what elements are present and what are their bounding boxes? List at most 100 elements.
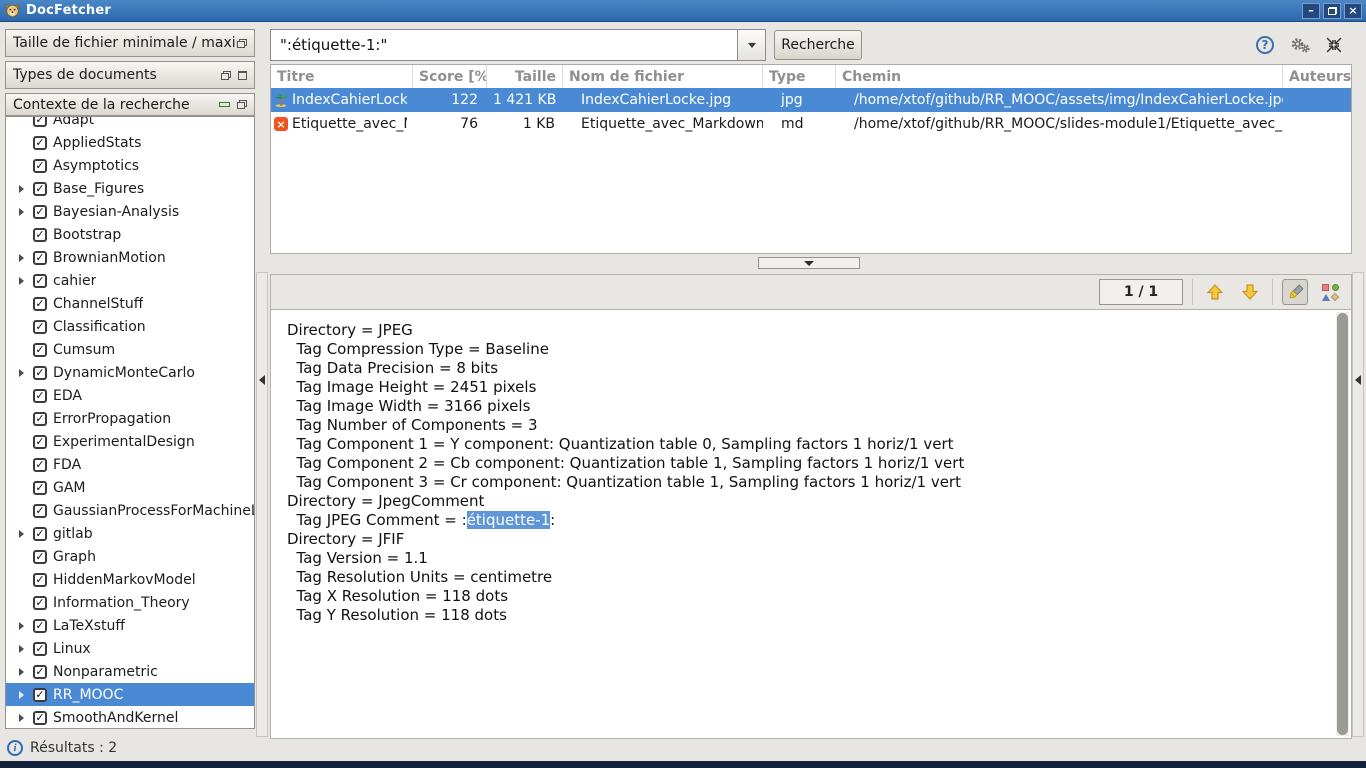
tree-item-checkbox[interactable]: ✓ <box>33 596 47 610</box>
tree-item-checkbox[interactable]: ✓ <box>33 136 47 150</box>
tree-item-checkbox[interactable]: ✓ <box>33 642 47 656</box>
tree-item-checkbox[interactable]: ✓ <box>33 274 47 288</box>
panel-restore-icon[interactable] <box>237 39 247 48</box>
column-header-chemin[interactable]: Chemin <box>836 65 1283 88</box>
scrollbar-thumb[interactable] <box>1337 313 1348 735</box>
column-header-type[interactable]: Type <box>763 65 836 88</box>
tree-item[interactable]: ✓ Linux <box>6 637 254 660</box>
preview-scrollbar[interactable] <box>1336 312 1349 736</box>
tree-item-checkbox[interactable]: ✓ <box>33 182 47 196</box>
tree-item-checkbox[interactable]: ✓ <box>33 481 47 495</box>
tree-item-checkbox[interactable]: ✓ <box>33 320 47 334</box>
tree-item[interactable]: ✓ Base_Figures <box>6 177 254 200</box>
tree-item-checkbox[interactable]: ✓ <box>33 343 47 357</box>
tree-item-checkbox[interactable]: ✓ <box>33 366 47 380</box>
tree-item[interactable]: ✓ cahier <box>6 269 254 292</box>
tree-item[interactable]: ✓ ErrorPropagation <box>6 407 254 430</box>
tree-item-checkbox[interactable]: ✓ <box>33 665 47 679</box>
expand-arrow-icon[interactable] <box>19 691 24 699</box>
tree-item-checkbox[interactable]: ✓ <box>33 159 47 173</box>
restore-button[interactable] <box>1323 3 1341 19</box>
tree-item[interactable]: ✓ SmoothAndKernel <box>6 706 254 729</box>
tree-item[interactable]: ✓ Asymptotics <box>6 154 254 177</box>
tree-item-checkbox[interactable]: ✓ <box>33 550 47 564</box>
sash-collapse-button[interactable] <box>758 257 860 269</box>
preferences-gears-icon[interactable] <box>1289 37 1311 54</box>
tree-item[interactable]: ✓ ChannelStuff <box>6 292 254 315</box>
tree-item[interactable]: ✓ GaussianProcessForMachineLea <box>6 499 254 522</box>
tree-item[interactable]: ✓ DynamicMonteCarlo <box>6 361 254 384</box>
column-header-auteurs[interactable]: Auteurs <box>1283 65 1351 88</box>
previous-occurrence-button[interactable] <box>1202 279 1228 305</box>
column-header-titre[interactable]: Titre <box>271 65 413 88</box>
tree-item-checkbox[interactable]: ✓ <box>33 435 47 449</box>
expand-arrow-icon[interactable] <box>19 254 24 262</box>
tree-item[interactable]: ✓ gitlab <box>6 522 254 545</box>
expand-arrow-icon[interactable] <box>19 714 24 722</box>
panel-header-doctypes[interactable]: Types de documents <box>5 61 255 89</box>
tree-item[interactable]: ✓ Information_Theory <box>6 591 254 614</box>
help-icon[interactable]: ? <box>1256 36 1274 54</box>
tree-item-checkbox[interactable]: ✓ <box>33 688 47 702</box>
tree-item[interactable]: ✓ Graph <box>6 545 254 568</box>
minimize-to-tray-icon[interactable] <box>1326 37 1342 53</box>
panel-header-search-scope[interactable]: Contexte de la recherche <box>5 93 255 116</box>
tree-item[interactable]: ✓ EDA <box>6 384 254 407</box>
panel-maximize-icon[interactable] <box>238 71 247 80</box>
tree-item[interactable]: ✓ Classification <box>6 315 254 338</box>
table-row[interactable]: × IndexCahierLocke 122 1 421 KB IndexCah… <box>271 88 1351 112</box>
expand-arrow-icon[interactable] <box>19 530 24 538</box>
panel-restore-icon[interactable] <box>221 71 231 80</box>
tree-item-checkbox[interactable]: ✓ <box>33 527 47 541</box>
search-button[interactable]: Recherche <box>774 30 862 60</box>
text-extraction-button[interactable] <box>1317 279 1343 305</box>
tree-item-checkbox[interactable]: ✓ <box>33 504 47 518</box>
page-indicator[interactable]: 1 / 1 <box>1099 279 1183 305</box>
next-occurrence-button[interactable] <box>1237 279 1263 305</box>
column-header-nom[interactable]: Nom de fichier <box>563 65 763 88</box>
tree-item-checkbox[interactable]: ✓ <box>33 389 47 403</box>
tree-item[interactable]: ✓ Cumsum <box>6 338 254 361</box>
column-header-score[interactable]: Score [%] <box>413 65 487 88</box>
tree-item-checkbox[interactable]: ✓ <box>33 116 47 127</box>
tree-item-checkbox[interactable]: ✓ <box>33 228 47 242</box>
panel-header-filesize[interactable]: Taille de fichier minimale / maxima <box>5 29 255 57</box>
left-vertical-sash[interactable] <box>256 272 268 737</box>
right-vertical-sash[interactable] <box>1352 272 1364 737</box>
tree-item-checkbox[interactable]: ✓ <box>33 205 47 219</box>
tree-item[interactable]: ✓ LaTeXstuff <box>6 614 254 637</box>
tree-item-checkbox[interactable]: ✓ <box>33 573 47 587</box>
expand-arrow-icon[interactable] <box>19 185 24 193</box>
tree-item-checkbox[interactable]: ✓ <box>33 412 47 426</box>
tree-item-checkbox[interactable]: ✓ <box>33 619 47 633</box>
panel-restore-icon[interactable] <box>237 100 247 109</box>
expand-arrow-icon[interactable] <box>19 668 24 676</box>
tree-item[interactable]: ✓ Adapt <box>6 116 254 131</box>
tree-item[interactable]: ✓ BrownianMotion <box>6 246 254 269</box>
tree-item-checkbox[interactable]: ✓ <box>33 458 47 472</box>
panel-minimize-icon[interactable] <box>219 102 230 107</box>
close-button[interactable]: × <box>1344 3 1362 19</box>
tree-item[interactable]: ✓ ExperimentalDesign <box>6 430 254 453</box>
tree-item[interactable]: ✓ FDA <box>6 453 254 476</box>
expand-arrow-icon[interactable] <box>19 645 24 653</box>
expand-arrow-icon[interactable] <box>19 369 24 377</box>
horizontal-sash[interactable] <box>270 256 1352 270</box>
minimize-button[interactable]: – <box>1302 3 1320 19</box>
search-history-dropdown[interactable] <box>738 29 766 61</box>
highlighting-toggle-button[interactable] <box>1282 279 1308 305</box>
tree-item[interactable]: ✓ HiddenMarkovModel <box>6 568 254 591</box>
tree-item[interactable]: ✓ Nonparametric <box>6 660 254 683</box>
expand-arrow-icon[interactable] <box>19 208 24 216</box>
table-row[interactable]: × Etiquette_avec_Markdown 76 1 KB Etique… <box>271 112 1351 136</box>
tree-item[interactable]: ✓ RR_MOOC <box>6 683 254 706</box>
tree-item[interactable]: ✓ Bootstrap <box>6 223 254 246</box>
column-header-taille[interactable]: Taille <box>487 65 563 88</box>
tree-item-checkbox[interactable]: ✓ <box>33 297 47 311</box>
tree-item[interactable]: ✓ Bayesian-Analysis <box>6 200 254 223</box>
expand-arrow-icon[interactable] <box>19 622 24 630</box>
expand-arrow-icon[interactable] <box>19 277 24 285</box>
tree-item-checkbox[interactable]: ✓ <box>33 711 47 725</box>
tree-item[interactable]: ✓ GAM <box>6 476 254 499</box>
search-input[interactable] <box>270 29 738 61</box>
